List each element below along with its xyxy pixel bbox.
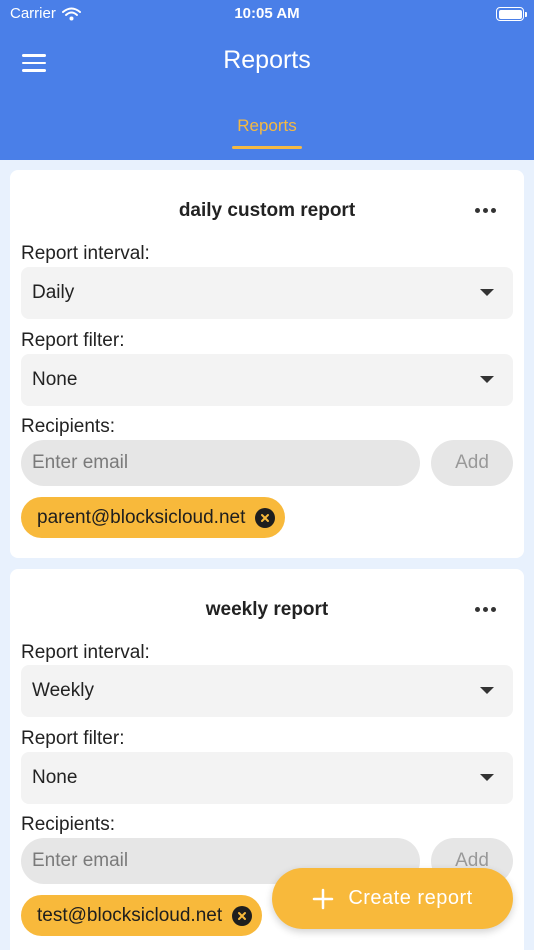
tab-reports[interactable]: Reports: [226, 116, 308, 136]
chevron-down-icon: [480, 376, 494, 383]
interval-value: Weekly: [32, 680, 94, 701]
interval-value: Daily: [32, 282, 75, 303]
recipient-email: parent@blocksicloud.net: [37, 506, 246, 528]
recipient-email: test@blocksicloud.net: [37, 904, 223, 926]
chevron-down-icon: [480, 774, 494, 781]
create-report-label: Create report: [348, 887, 473, 909]
recipient-chip: test@blocksicloud.net: [21, 895, 263, 936]
interval-select[interactable]: Weekly: [21, 665, 513, 717]
more-options-icon[interactable]: [475, 208, 496, 213]
report-title: daily custom report: [178, 200, 356, 221]
filter-value: None: [32, 767, 78, 788]
report-title: weekly report: [205, 599, 329, 620]
plus-icon: [313, 888, 334, 909]
page-title: Reports: [223, 46, 311, 74]
more-options-icon[interactable]: [475, 607, 496, 612]
report-card: daily custom report Report interval: Dai…: [10, 170, 524, 558]
create-report-button[interactable]: Create report: [272, 868, 513, 929]
recipients-label: Recipients:: [21, 814, 115, 835]
interval-label: Report interval:: [21, 642, 150, 663]
filter-select[interactable]: None: [21, 354, 513, 406]
interval-select[interactable]: Daily: [21, 267, 513, 319]
close-icon[interactable]: [255, 507, 276, 528]
app-header: Carrier 10:05 AM Reports Reports: [0, 0, 534, 160]
interval-label: Report interval:: [21, 243, 150, 264]
chevron-down-icon: [480, 687, 494, 694]
recipient-chip: parent@blocksicloud.net: [21, 497, 286, 538]
recipients-label: Recipients:: [21, 416, 115, 437]
filter-label: Report filter:: [21, 330, 125, 351]
filter-select[interactable]: None: [21, 752, 513, 804]
chevron-down-icon: [480, 289, 494, 296]
status-bar: Carrier 10:05 AM: [0, 0, 534, 30]
status-time: 10:05 AM: [234, 5, 300, 22]
close-icon[interactable]: [232, 905, 253, 926]
filter-label: Report filter:: [21, 728, 125, 749]
battery-icon: [496, 7, 527, 21]
email-input[interactable]: [21, 440, 420, 486]
add-recipient-button[interactable]: Add: [431, 440, 513, 486]
battery-level: [498, 9, 522, 19]
filter-value: None: [32, 369, 78, 390]
active-tab-indicator: [232, 146, 302, 149]
